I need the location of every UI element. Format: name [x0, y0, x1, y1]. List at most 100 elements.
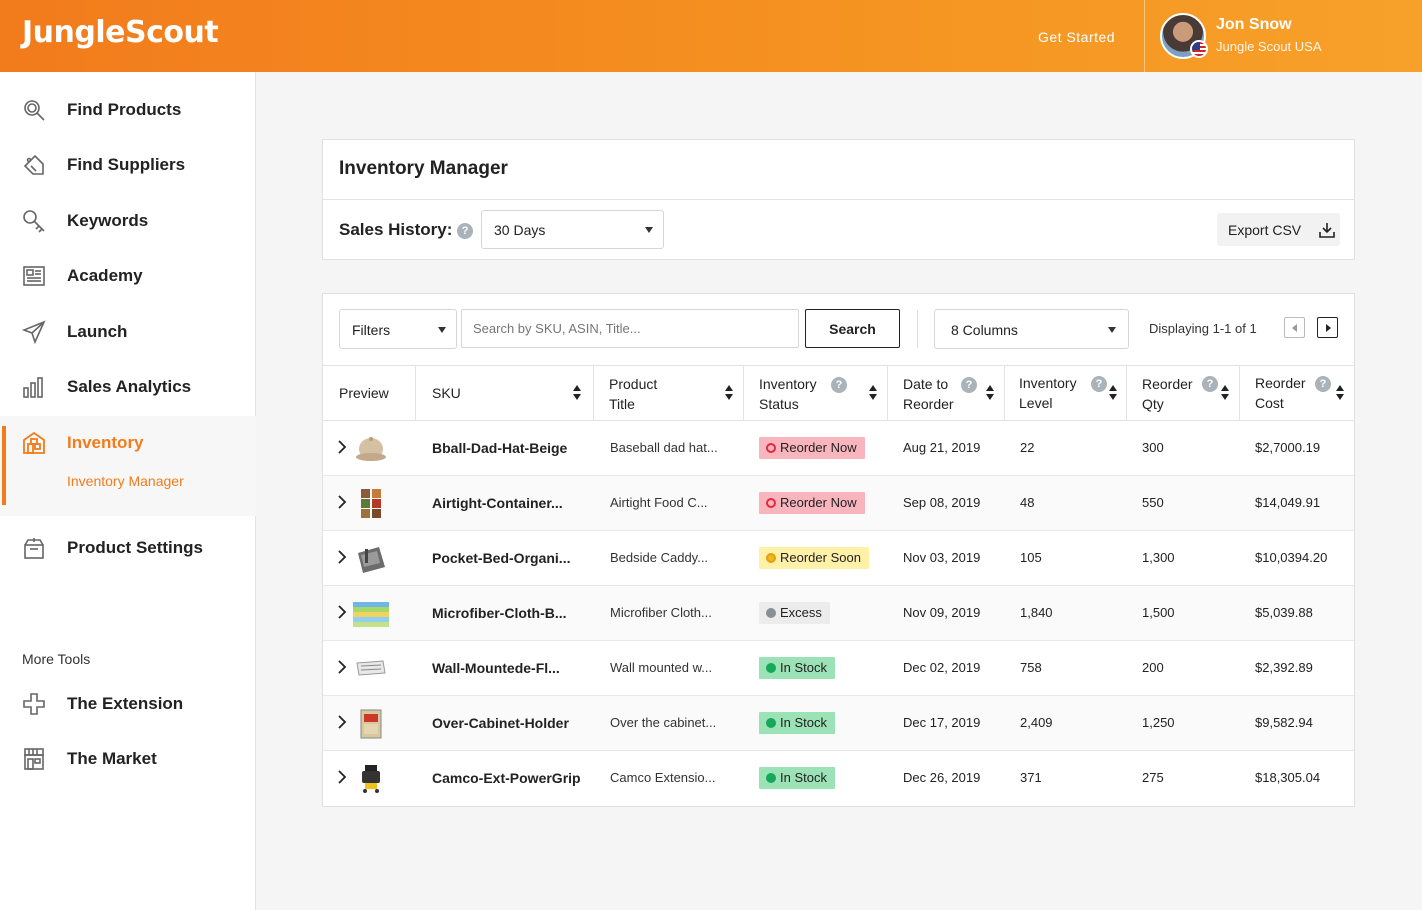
- column-header-product-title[interactable]: Product Title: [594, 366, 744, 420]
- table-row[interactable]: Airtight-Container... Airtight Food C...…: [323, 476, 1354, 531]
- sku[interactable]: Airtight-Container...: [432, 495, 563, 511]
- status-badge: In Stock: [759, 767, 835, 789]
- sort-icon[interactable]: [573, 385, 581, 401]
- next-page-button[interactable]: [1317, 317, 1338, 338]
- product-thumbnail-wall-mount: [356, 660, 386, 676]
- user-org: Jungle Scout USA: [1216, 39, 1322, 54]
- column-header-reorder-qty[interactable]: Reorder Qty ?: [1127, 366, 1240, 420]
- column-header-line: Title: [609, 396, 635, 412]
- sku[interactable]: Microfiber-Cloth-B...: [432, 605, 567, 621]
- column-header-preview: Preview: [323, 366, 416, 420]
- search-input[interactable]: [461, 309, 799, 348]
- help-icon[interactable]: ?: [961, 377, 977, 393]
- table-row[interactable]: Pocket-Bed-Organi... Bedside Caddy... Re…: [323, 531, 1354, 586]
- expand-chevron-icon[interactable]: [337, 660, 347, 674]
- product-title: Over the cabinet...: [610, 715, 717, 730]
- sidebar-item-product-settings[interactable]: Product Settings: [0, 523, 256, 573]
- sidebar-item-the-market[interactable]: The Market: [0, 734, 256, 784]
- sidebar-item-find-products[interactable]: Find Products: [0, 85, 256, 135]
- inventory-level: 2,409: [1020, 715, 1053, 730]
- sidebar-item-label: Find Products: [67, 100, 182, 119]
- expand-chevron-icon[interactable]: [337, 605, 347, 619]
- sidebar-item-find-suppliers[interactable]: Find Suppliers: [0, 140, 256, 190]
- table-row[interactable]: Microfiber-Cloth-B... Microfiber Cloth..…: [323, 586, 1354, 641]
- sort-icon[interactable]: [869, 385, 877, 401]
- table-row[interactable]: Bball-Dad-Hat-Beige Baseball dad hat... …: [323, 421, 1354, 476]
- product-thumbnail-power-grip: [362, 765, 380, 793]
- export-csv-button[interactable]: Export CSV: [1217, 213, 1340, 246]
- columns-dropdown[interactable]: 8 Columns: [934, 309, 1129, 349]
- sort-icon[interactable]: [1336, 385, 1344, 401]
- status-badge: Reorder Now: [759, 437, 865, 459]
- table-row[interactable]: Wall-Mountede-Fl... Wall mounted w... In…: [323, 641, 1354, 696]
- help-icon[interactable]: ?: [831, 377, 847, 393]
- user-name[interactable]: Jon Snow: [1216, 16, 1292, 34]
- expand-chevron-icon[interactable]: [337, 770, 347, 784]
- export-csv-label: Export CSV: [1228, 222, 1302, 238]
- sidebar-item-academy[interactable]: Academy: [0, 251, 256, 301]
- table-row[interactable]: Camco-Ext-PowerGrip Camco Extensio... In…: [323, 751, 1354, 806]
- sidebar-item-launch[interactable]: Launch: [0, 307, 256, 357]
- sidebar-item-keywords[interactable]: Keywords: [0, 196, 256, 246]
- reorder-cost: $5,039.88: [1255, 605, 1313, 620]
- search-button[interactable]: Search: [805, 309, 900, 348]
- sales-history-select[interactable]: 30 Days: [481, 210, 664, 249]
- help-icon[interactable]: ?: [457, 222, 474, 239]
- sku[interactable]: Bball-Dad-Hat-Beige: [432, 440, 567, 456]
- column-header-line: Level: [1019, 395, 1053, 411]
- bar-chart-icon: [22, 375, 46, 399]
- sales-history-label-text: Sales History:: [339, 220, 453, 239]
- help-icon[interactable]: ?: [1202, 376, 1218, 392]
- header-divider: [1144, 0, 1145, 72]
- sort-icon[interactable]: [725, 385, 733, 401]
- sidebar-item-inventory[interactable]: Inventory: [0, 418, 256, 468]
- column-header-inventory-level[interactable]: Inventory Level ?: [1005, 366, 1127, 420]
- column-header-sku[interactable]: SKU: [416, 366, 594, 420]
- sku[interactable]: Pocket-Bed-Organi...: [432, 550, 570, 566]
- logo[interactable]: JungleScout: [22, 15, 219, 50]
- filters-dropdown[interactable]: Filters: [339, 309, 457, 349]
- status-badge: Reorder Now: [759, 492, 865, 514]
- puzzle-icon: [22, 692, 46, 716]
- search-button-label: Search: [829, 321, 876, 337]
- reorder-cost: $2,392.89: [1255, 660, 1313, 675]
- sidebar-item-label: Find Suppliers: [67, 155, 186, 174]
- column-header-label: Date to Reorder: [903, 374, 954, 414]
- column-header-line: Inventory: [1019, 375, 1077, 391]
- top-bar: JungleScout Get Started Jon Snow Jungle …: [0, 0, 1422, 72]
- inventory-level: 105: [1020, 550, 1042, 565]
- reorder-qty: 200: [1142, 660, 1164, 675]
- expand-chevron-icon[interactable]: [337, 715, 347, 729]
- reorder-date: Sep 08, 2019: [903, 495, 981, 510]
- sidebar-item-label: Launch: [67, 322, 128, 341]
- sku[interactable]: Over-Cabinet-Holder: [432, 715, 569, 731]
- expand-chevron-icon[interactable]: [337, 550, 347, 564]
- column-header-reorder-cost[interactable]: Reorder Cost ?: [1240, 366, 1355, 420]
- product-title: Wall mounted w...: [610, 660, 713, 675]
- get-started-link[interactable]: Get Started: [1038, 29, 1115, 45]
- sales-history-value: 30 Days: [494, 222, 546, 238]
- help-icon[interactable]: ?: [1315, 376, 1331, 392]
- reorder-date: Aug 21, 2019: [903, 440, 981, 455]
- expand-chevron-icon[interactable]: [337, 495, 347, 509]
- sort-icon[interactable]: [1221, 385, 1229, 401]
- status-badge: In Stock: [759, 657, 835, 679]
- sidebar-subitem-inventory-manager[interactable]: Inventory Manager: [67, 473, 184, 489]
- help-icon[interactable]: ?: [1091, 376, 1107, 392]
- chevron-down-icon: [438, 327, 446, 333]
- column-header-date-to-reorder[interactable]: Date to Reorder ?: [888, 366, 1005, 420]
- inventory-level: 22: [1020, 440, 1035, 455]
- sku[interactable]: Camco-Ext-PowerGrip: [432, 770, 581, 786]
- us-flag-icon: [1190, 40, 1208, 58]
- table-row[interactable]: Over-Cabinet-Holder Over the cabinet... …: [323, 696, 1354, 751]
- sidebar-item-sales-analytics[interactable]: Sales Analytics: [0, 362, 256, 412]
- prev-page-button[interactable]: [1284, 317, 1305, 338]
- sort-icon[interactable]: [986, 385, 994, 401]
- store-icon: [22, 747, 46, 771]
- sku[interactable]: Wall-Mountede-Fl...: [432, 660, 560, 676]
- column-header-inventory-status[interactable]: Inventory Status ?: [744, 366, 888, 420]
- column-header-line: Qty: [1142, 396, 1164, 412]
- expand-chevron-icon[interactable]: [337, 440, 347, 454]
- sort-icon[interactable]: [1109, 385, 1117, 401]
- sidebar-item-the-extension[interactable]: The Extension: [0, 679, 256, 729]
